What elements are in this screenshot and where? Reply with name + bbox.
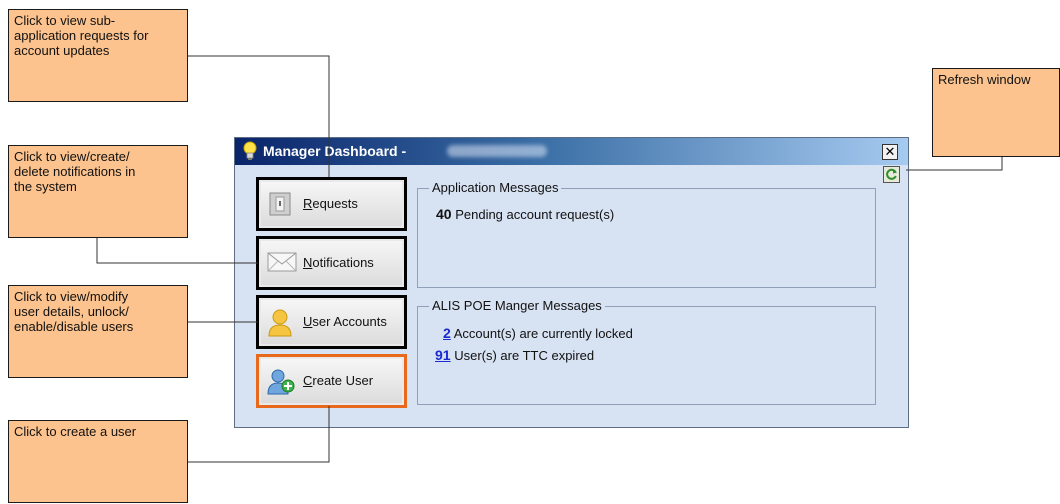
- add-user-icon: [267, 369, 295, 395]
- pending-requests-count: 40: [436, 206, 452, 222]
- callout-create-user: Click to create a user: [8, 420, 188, 503]
- create-user-button[interactable]: Create User: [256, 354, 407, 408]
- notifications-label: Notifications: [303, 255, 374, 270]
- user-accounts-label: User Accounts: [303, 314, 387, 329]
- application-messages-title: Application Messages: [429, 180, 562, 196]
- locked-accounts-link[interactable]: 2: [443, 325, 451, 341]
- title-bar: Manager Dashboard -: [235, 138, 908, 165]
- callout-requests: Click to view sub- application requests …: [8, 9, 188, 102]
- ttc-expired-text: User(s) are TTC expired: [454, 348, 595, 363]
- callout-user-accounts: Click to view/modify user details, unloc…: [8, 285, 188, 378]
- pending-requests-text: Pending account request(s): [455, 207, 615, 222]
- user-accounts-button[interactable]: User Accounts: [256, 295, 407, 349]
- close-button[interactable]: ✕: [882, 144, 898, 160]
- notifications-button[interactable]: Notifications: [256, 236, 407, 290]
- refresh-icon: [886, 168, 897, 180]
- ttc-expired-message: 91 User(s) are TTC expired: [435, 347, 594, 363]
- locked-accounts-text: Account(s) are currently locked: [453, 326, 633, 341]
- requests-button[interactable]: Requests: [256, 177, 407, 231]
- alis-messages-title: ALIS POE Manger Messages: [429, 298, 605, 314]
- application-messages-group: Application Messages 40 Pending account …: [417, 180, 876, 288]
- pending-requests-message: 40 Pending account request(s): [436, 206, 614, 222]
- connector-refresh: [906, 157, 1003, 171]
- redacted-title: [447, 145, 547, 157]
- door-icon: [269, 192, 291, 216]
- ttc-expired-link[interactable]: 91: [435, 347, 451, 363]
- callout-notifications: Click to view/create/ delete notificatio…: [8, 145, 188, 238]
- user-icon: [268, 309, 292, 337]
- requests-label: Requests: [303, 196, 358, 211]
- create-user-label: Create User: [303, 373, 374, 388]
- window-title: Manager Dashboard -: [263, 143, 407, 159]
- manager-dashboard-window: Manager Dashboard - ✕ Requests Notificat…: [234, 137, 909, 428]
- lightbulb-icon: [243, 141, 257, 160]
- alis-messages-group: ALIS POE Manger Messages 2 Account(s) ar…: [417, 298, 876, 405]
- callout-refresh: Refresh window: [932, 68, 1060, 157]
- envelope-icon: [267, 252, 297, 272]
- locked-accounts-message: 2 Account(s) are currently locked: [443, 325, 633, 341]
- refresh-button[interactable]: [883, 166, 900, 183]
- close-icon: ✕: [884, 144, 896, 159]
